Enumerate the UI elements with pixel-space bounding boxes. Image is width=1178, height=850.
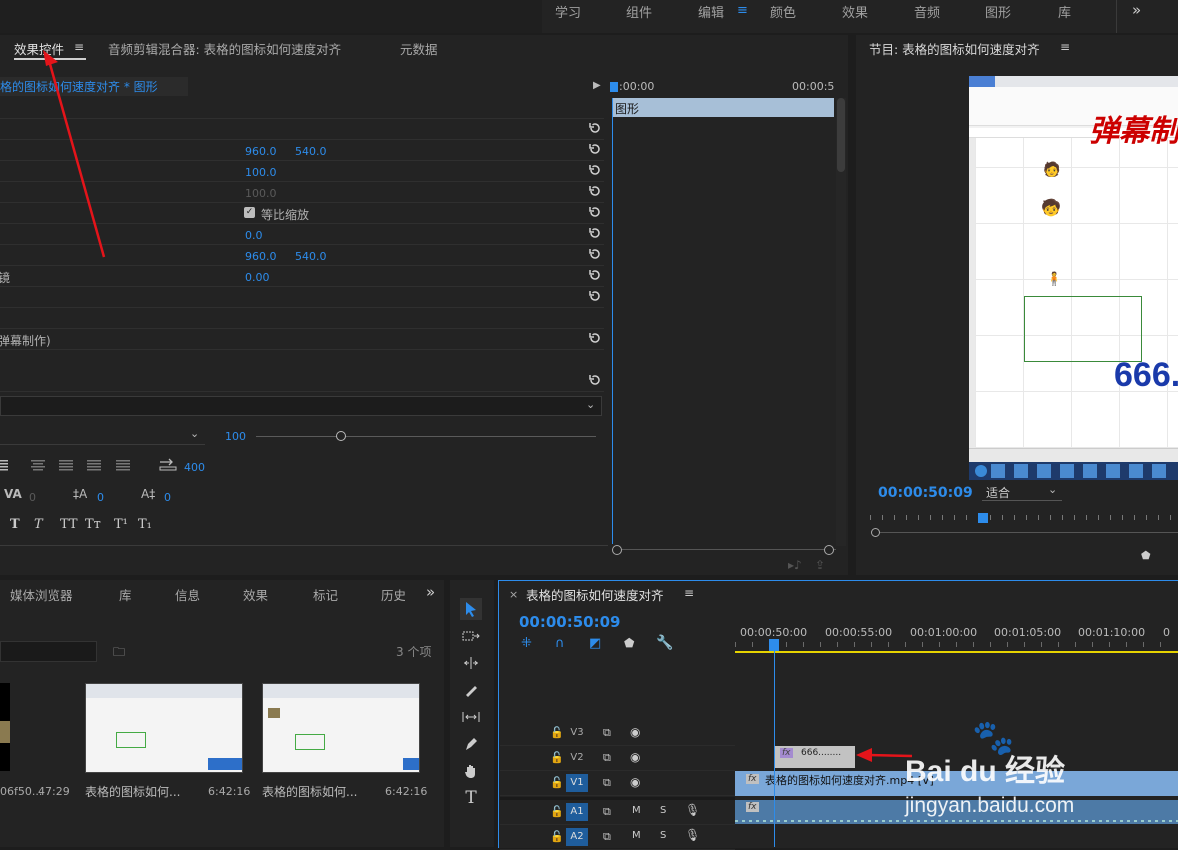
watermark-brand: Bai du 经验 (905, 755, 1066, 788)
watermark-url: jingyan.baidu.com (905, 794, 1075, 817)
baidu-watermark: 🐾 Bai du 经验 jingyan.baidu.com (900, 718, 1140, 828)
